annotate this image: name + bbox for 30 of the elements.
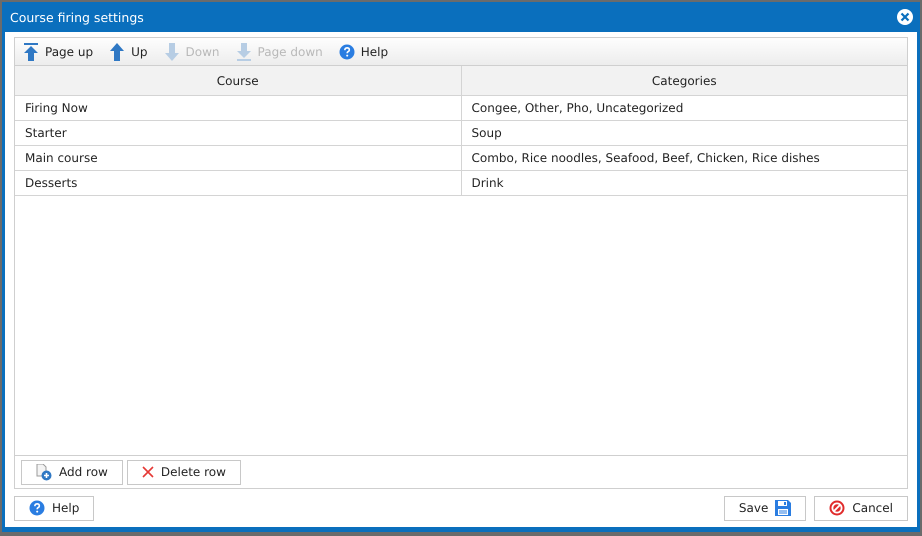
arrow-down-icon: [164, 42, 180, 60]
arrow-up-bar-icon: [23, 42, 39, 60]
toolbar-button[interactable]: Page up: [19, 40, 102, 62]
help-icon: [338, 44, 355, 60]
table-cell: Desserts: [15, 170, 461, 196]
close-icon[interactable]: [896, 8, 914, 26]
add-row-button[interactable]: Add row: [21, 460, 123, 485]
help-button[interactable]: Help: [14, 496, 94, 521]
arrow-down-bar-icon: [236, 42, 252, 60]
table-cell: Soup: [461, 120, 907, 146]
window-title: Course firing settings: [10, 10, 144, 24]
toolbar-button[interactable]: Up: [105, 40, 156, 62]
help-icon: [29, 500, 45, 516]
table-cell: Main course: [15, 146, 461, 170]
column-header[interactable]: Categories: [461, 66, 907, 96]
table-cell: Drink: [461, 170, 907, 196]
save-button[interactable]: Save: [724, 496, 806, 521]
table-cell: Combo, Rice noodles, Seafood, Beef, Chicken, Rice dishes: [461, 146, 907, 170]
table-cell: Firing Now: [15, 96, 461, 120]
arrow-up-icon: [109, 42, 126, 60]
save-icon: [775, 500, 792, 516]
cancel-icon: [829, 500, 846, 516]
table-cell: Starter: [15, 120, 461, 146]
delete-icon: [142, 466, 154, 478]
cancel-button[interactable]: Cancel: [814, 496, 908, 521]
table-cell: Congee, Other, Pho, Uncategorized: [461, 96, 907, 120]
add-document-icon: [36, 464, 52, 481]
delete-row-button[interactable]: Delete row: [126, 460, 241, 485]
toolbar-button[interactable]: Help: [334, 42, 396, 62]
column-header[interactable]: Course: [15, 66, 461, 96]
